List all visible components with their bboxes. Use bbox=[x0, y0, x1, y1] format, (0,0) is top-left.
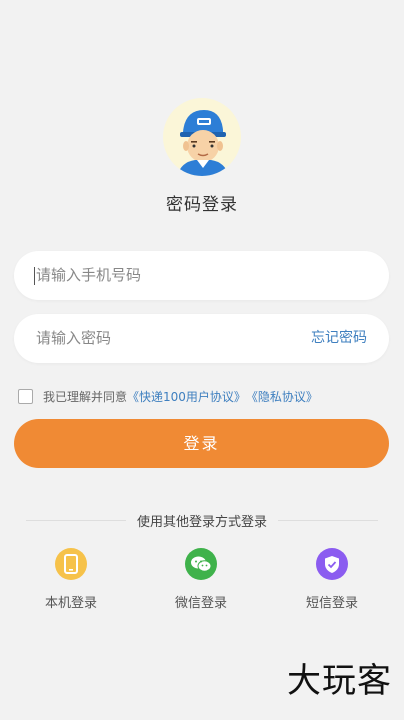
phone-input[interactable]: 请输入手机号码 bbox=[14, 251, 389, 300]
courier-avatar-icon bbox=[177, 110, 229, 176]
login-button[interactable]: 登录 bbox=[14, 419, 389, 468]
user-agreement-link[interactable]: 《快递100用户协议》 bbox=[127, 388, 246, 405]
forgot-password-link[interactable]: 忘记密码 bbox=[311, 314, 367, 363]
phone-placeholder: 请输入手机号码 bbox=[36, 266, 142, 284]
text-caret bbox=[34, 267, 35, 285]
page-title: 密码登录 bbox=[166, 195, 238, 215]
avatar bbox=[163, 98, 241, 176]
privacy-policy-link[interactable]: 《隐私协议》 bbox=[246, 388, 318, 405]
phone-icon bbox=[55, 548, 87, 580]
agreement-row: 我已理解并同意 《快递100用户协议》 《隐私协议》 bbox=[18, 387, 318, 405]
password-input[interactable]: 请输入密码 忘记密码 bbox=[14, 314, 389, 363]
local-login-label: 本机登录 bbox=[44, 596, 97, 611]
sms-login-label: 短信登录 bbox=[305, 596, 358, 611]
password-placeholder: 请输入密码 bbox=[36, 329, 112, 347]
agreement-prefix: 我已理解并同意 bbox=[43, 389, 128, 404]
wechat-icon bbox=[185, 548, 217, 580]
other-login-title: 使用其他登录方式登录 bbox=[136, 515, 267, 530]
sms-login-option[interactable]: 短信登录 bbox=[282, 548, 382, 611]
watermark-text: 大玩客 bbox=[287, 661, 392, 701]
wechat-login-label: 微信登录 bbox=[174, 596, 227, 611]
local-login-option[interactable]: 本机登录 bbox=[21, 548, 121, 611]
shield-check-icon bbox=[316, 548, 348, 580]
agreement-checkbox[interactable] bbox=[18, 388, 33, 404]
wechat-login-option[interactable]: 微信登录 bbox=[151, 548, 251, 611]
